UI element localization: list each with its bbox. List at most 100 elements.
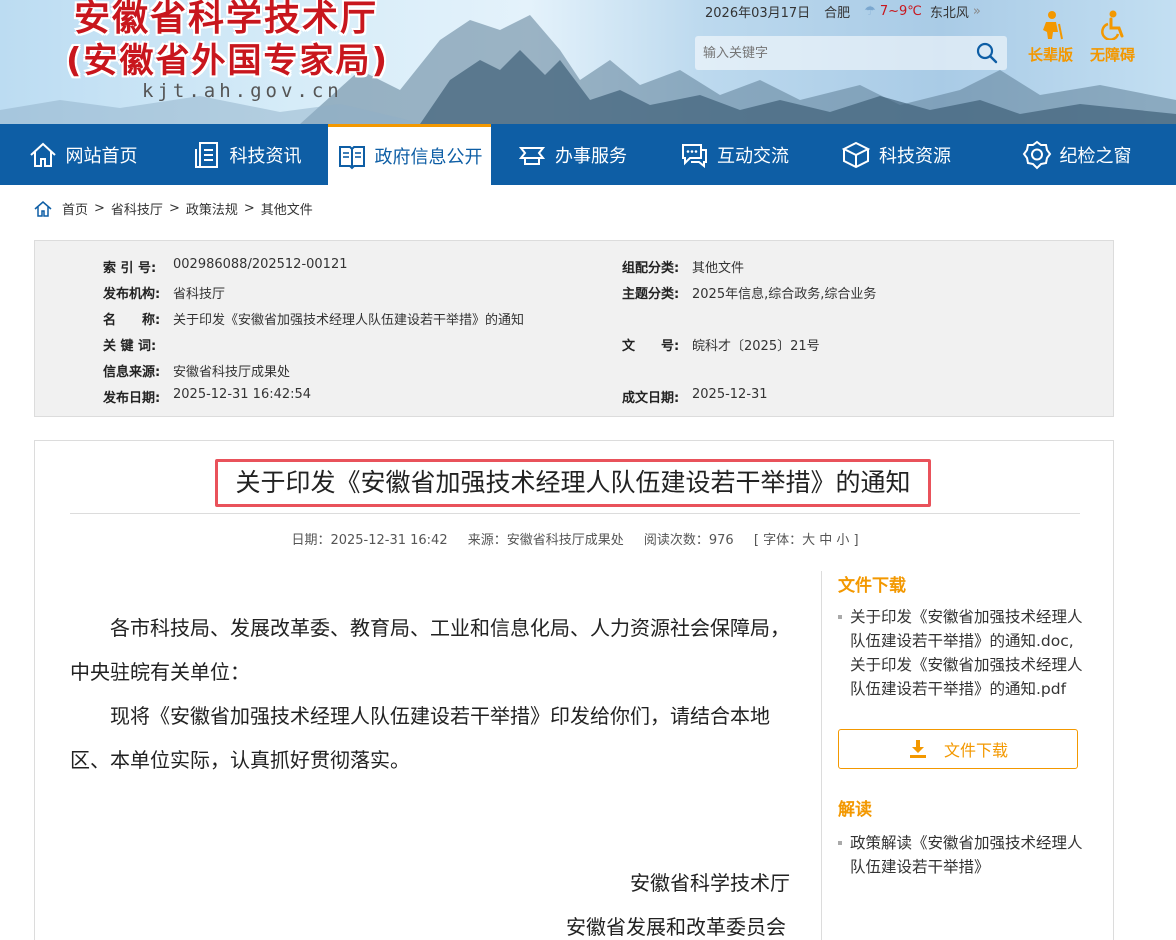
meta-value: 其他文件 <box>692 261 745 276</box>
interpret-list-item[interactable]: 政策解读《安徽省加强技术经理人队伍建设若干举措》 <box>838 831 1083 879</box>
meta-docno-row: 文 号: 皖科才〔2025〕21号 <box>622 335 820 354</box>
home-icon <box>29 142 56 167</box>
meta-label: 组配分类: <box>622 261 680 276</box>
breadcrumb-dept-link[interactable]: 省科技厅 <box>111 199 163 218</box>
article-date: 日期：2025-12-31 16:42 <box>291 533 448 548</box>
box-icon <box>841 141 871 168</box>
font-size-switcher[interactable]: [ 字体：大 中 小 ] <box>754 533 859 548</box>
article-views: 阅读次数：976 <box>643 533 734 548</box>
sidebar-divider <box>821 571 822 940</box>
meta-label: 名 称: <box>103 313 161 328</box>
search-box <box>695 36 1007 70</box>
nav-label: 网站首页 <box>65 145 138 167</box>
search-icon[interactable] <box>975 41 999 65</box>
search-input[interactable] <box>695 36 965 70</box>
badge-icon <box>1022 140 1051 169</box>
elder-person-icon <box>1042 11 1063 40</box>
breadcrumb-home-link[interactable]: 首页 <box>62 199 88 218</box>
nav-item-gov-info[interactable]: 政府信息公开 <box>328 124 491 185</box>
meta-publisher-row: 发布机构: 省科技厅 <box>103 283 225 302</box>
meta-topic-row: 主题分类: 2025年信息,综合政务,综合业务 <box>622 283 876 302</box>
meta-createdate-row: 成文日期: 2025-12-31 <box>622 387 768 406</box>
double-chevron-right-icon[interactable]: » <box>973 4 981 19</box>
meta-label: 主题分类: <box>622 287 680 302</box>
article-paragraph: 现将《安徽省加强技术经理人队伍建设若干举措》印发给你们，请结合本地区、本单位实际… <box>70 704 770 772</box>
nav-item-services[interactable]: 办事服务 <box>491 124 653 185</box>
meta-value: 皖科才〔2025〕21号 <box>692 339 820 354</box>
bullet-icon <box>838 841 842 845</box>
download-button-label: 文件下载 <box>943 741 1008 760</box>
nav-label: 互动交流 <box>717 145 789 167</box>
nav-item-interaction[interactable]: 互动交流 <box>653 124 815 185</box>
weather-bar: 2026年03月17日 合肥 ☂ 7~9℃ 东北风 » <box>705 2 995 21</box>
article-title: 关于印发《安徽省加强技术经理人队伍建设若干举措》的通知 <box>235 468 911 497</box>
meta-value: 省科技厅 <box>173 287 226 302</box>
interpret-link[interactable]: 政策解读《安徽省加强技术经理人队伍建设若干举措》 <box>838 831 1083 879</box>
meta-label: 发布日期: <box>103 391 161 406</box>
meta-name-row: 名 称: 关于印发《安徽省加强技术经理人队伍建设若干举措》的通知 <box>103 309 524 328</box>
signer-line: 安徽省发展和改革委员会 <box>566 915 786 939</box>
meta-label: 成文日期: <box>622 391 680 406</box>
nav-item-home[interactable]: 网站首页 <box>0 124 165 185</box>
breadcrumb-separator: > <box>168 201 180 216</box>
meta-label: 索 引 号: <box>103 261 157 276</box>
files-link[interactable]: 关于印发《安徽省加强技术经理人队伍建设若干举措》的通知.doc,关于印发《安徽省… <box>838 605 1083 701</box>
title-highlight-box: 关于印发《安徽省加强技术经理人队伍建设若干举措》的通知 <box>215 459 931 507</box>
meta-value: 002986088/202512-00121 <box>173 257 348 272</box>
meta-pubdate-row: 发布日期: 2025-12-31 16:42:54 <box>103 387 311 406</box>
title-divider <box>70 513 1080 514</box>
meta-value: 2025-12-31 <box>692 387 768 402</box>
article-paragraph: 各市科技局、发展改革委、教育局、工业和信息化局、人力资源社会保障局，中央驻皖有关… <box>70 616 790 684</box>
site-logo-title[interactable]: 安徽省科学技术厅 <box>74 0 378 38</box>
files-list-item[interactable]: 关于印发《安徽省加强技术经理人队伍建设若干举措》的通知.doc,关于印发《安徽省… <box>838 605 1083 701</box>
nav-item-discipline[interactable]: 纪检之窗 <box>977 124 1176 185</box>
nav-label: 科技资源 <box>879 145 951 167</box>
accessibility-label: 无障碍 <box>1090 46 1136 64</box>
main-nav: 网站首页 科技资讯 政府信息公开 办事服务 互动交流 科技资源 纪检之窗 <box>0 124 1176 185</box>
elder-mode-button[interactable]: 长辈版 <box>1028 10 1073 65</box>
elder-mode-label: 长辈版 <box>1028 46 1074 64</box>
meta-category-row: 组配分类: 其他文件 <box>622 257 744 276</box>
breadcrumb-separator: > <box>94 201 105 216</box>
wheelchair-icon <box>1100 10 1123 40</box>
meta-label: 发布机构: <box>103 287 161 302</box>
current-date: 2026年03月17日 <box>705 5 811 21</box>
interpret-heading: 解读 <box>838 800 872 820</box>
nav-item-news[interactable]: 科技资讯 <box>165 124 328 185</box>
breadcrumb-separator: > <box>243 201 255 216</box>
weather-temperature: 7~9℃ <box>879 3 922 19</box>
accessibility-button[interactable]: 无障碍 <box>1090 10 1135 65</box>
meta-source-row: 信息来源: 安徽省科技厅成果处 <box>103 361 290 380</box>
breadcrumb-policy-link[interactable]: 政策法规 <box>186 199 238 218</box>
nav-item-resources[interactable]: 科技资源 <box>815 124 977 185</box>
home-icon <box>34 200 52 217</box>
meta-keyword-row: 关 键 词: <box>103 335 173 354</box>
book-icon <box>338 146 365 170</box>
document-icon <box>194 141 218 168</box>
download-icon <box>909 740 926 758</box>
breadcrumb-current[interactable]: 其他文件 <box>261 199 313 218</box>
nav-label: 政府信息公开 <box>374 147 483 168</box>
meta-label: 信息来源: <box>103 365 161 380</box>
weather-city: 合肥 <box>824 5 851 21</box>
meta-label: 文 号: <box>622 339 680 354</box>
article-source: 来源：安徽省科技厅成果处 <box>467 533 624 548</box>
meta-value: 2025年信息,综合政务,综合业务 <box>692 287 877 302</box>
signer-line: 安徽省科学技术厅 <box>630 871 790 895</box>
nav-label: 纪检之窗 <box>1059 145 1132 167</box>
meta-value: 安徽省科技厅成果处 <box>173 365 291 380</box>
rain-cloud-icon: ☂ <box>864 3 876 19</box>
meta-label: 关 键 词: <box>103 339 157 354</box>
site-logo-subtitle[interactable]: (安徽省外国专家局) <box>66 40 389 82</box>
breadcrumb: 首页 > 省科技厅 > 政策法规 > 其他文件 <box>34 199 319 218</box>
service-icon <box>518 146 546 165</box>
weather-wind: 东北风 <box>929 5 969 21</box>
meta-index-row: 索 引 号: 002986088/202512-00121 <box>103 257 348 276</box>
document-metadata-panel: 索 引 号: 002986088/202512-00121 组配分类: 其他文件… <box>34 240 1114 417</box>
bullet-icon <box>838 615 842 619</box>
site-header: 安徽省科学技术厅 (安徽省外国专家局) kjt.ah.gov.cn 2026年0… <box>0 0 1176 124</box>
file-download-button[interactable]: 文件下载 <box>838 729 1078 769</box>
meta-value: 关于印发《安徽省加强技术经理人队伍建设若干举措》的通知 <box>173 313 525 328</box>
nav-label: 科技资讯 <box>229 145 302 167</box>
chat-icon <box>682 143 707 168</box>
